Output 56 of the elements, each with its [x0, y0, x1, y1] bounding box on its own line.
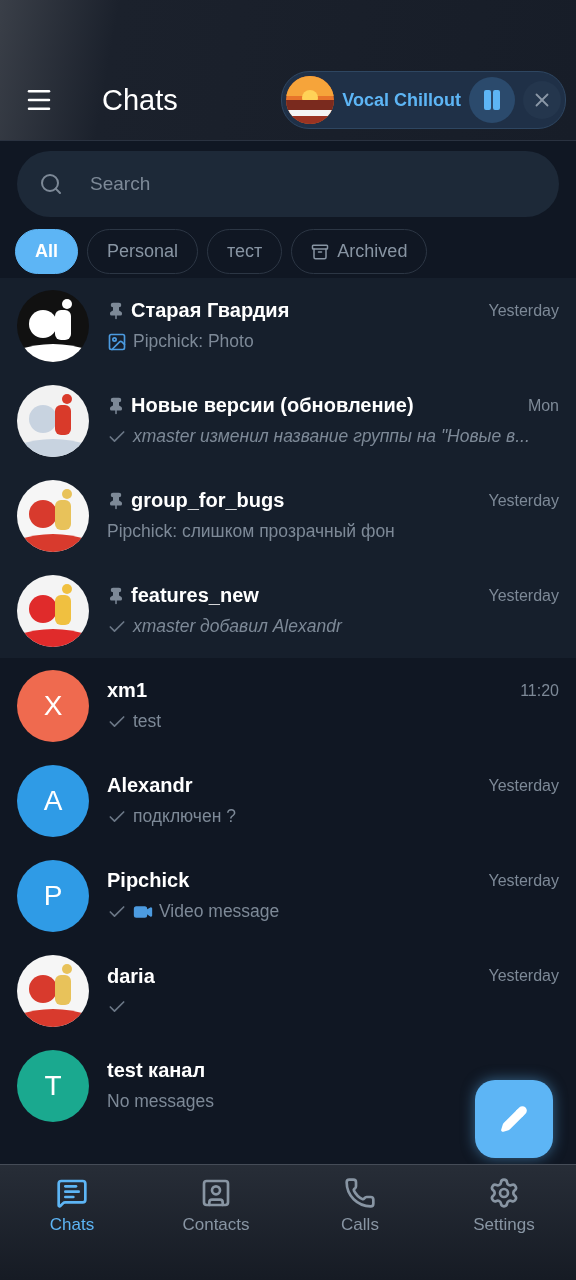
message-preview: No messages [107, 1091, 214, 1112]
message-preview: test [133, 711, 162, 732]
search-icon [39, 172, 63, 196]
chat-name: Новые версии (обновление) [131, 394, 415, 417]
chat-time: Yesterday [488, 967, 559, 985]
chat-row[interactable]: Новые версии (обновление) Mon xmaster изменил название группы на "Новые в... [0, 373, 576, 468]
message-preview: подключен ? [133, 806, 236, 827]
chat-time: Yesterday [488, 871, 559, 890]
pause-button[interactable] [469, 77, 515, 123]
chat-time: Yesterday [488, 776, 559, 795]
chat-name: test канал [107, 1059, 207, 1082]
avatar: A [17, 764, 89, 837]
chat-name: Старая Гвардия [131, 299, 291, 322]
message-preview: Video message [159, 901, 280, 922]
message-preview: xmaster добавил Alexandr [133, 616, 342, 637]
chat-name: group_for_bugs [131, 489, 286, 512]
chat-row[interactable]: A Alexandr Yesterday подключен ? [0, 753, 576, 848]
chat-time: Yesterday [488, 491, 559, 510]
contact-card-icon [200, 1177, 232, 1209]
archive-icon [311, 242, 330, 261]
chat-row[interactable]: T test канал No messages [0, 1038, 576, 1133]
avatar: T [17, 1049, 89, 1122]
chat-row[interactable]: group_for_bugs Yesterday Pipchick: слишком прозрачный фон [0, 468, 576, 563]
chat-time: Yesterday [488, 586, 559, 605]
message-preview: Pipchick: Photo [133, 331, 254, 352]
chat-name: daria [107, 964, 156, 988]
phone-icon [344, 1177, 376, 1209]
message-preview: Pipchick: слишком прозрачный фон [107, 521, 395, 542]
music-player[interactable]: Vocal Chillout [281, 71, 566, 129]
avatar: P [17, 859, 89, 932]
search-field[interactable]: Search [17, 151, 559, 217]
chat-name: xm1 [107, 679, 149, 702]
chat-time: Mon [527, 396, 559, 415]
chat-row[interactable]: Старая Гвардия Yesterday Pipchick: Photo [0, 278, 576, 373]
pencil-icon [500, 1105, 528, 1133]
avatar: X [17, 669, 89, 742]
chat-row[interactable]: daria Yesterday [0, 943, 576, 1038]
chat-name: Alexandr [107, 774, 194, 797]
track-title: Vocal Chillout [342, 89, 461, 111]
compose-button[interactable] [475, 1080, 553, 1158]
message-preview: xmaster изменил название группы на "Новые в... [133, 426, 530, 447]
chat-icon [56, 1177, 88, 1209]
chat-row[interactable]: P Pipchick Yesterday Video message [0, 848, 576, 943]
nav-tab[interactable]: Chats [0, 1165, 144, 1280]
nav-tab[interactable]: Calls [288, 1165, 432, 1280]
chat-name: features_new [131, 584, 260, 607]
chat-row[interactable]: X xm1 11:20 test [0, 658, 576, 753]
page-title: Chats [102, 83, 179, 117]
chat-name: Pipchick [107, 869, 191, 892]
settings-icon [488, 1177, 520, 1209]
nav-tab[interactable]: Contacts [144, 1165, 288, 1280]
chat-row[interactable]: features_new Yesterday xmaster добавил Alexandr [0, 563, 576, 658]
close-button[interactable] [523, 81, 561, 119]
nav-tab[interactable]: Settings [432, 1165, 576, 1280]
chat-time: Yesterday [488, 301, 559, 320]
chat-time: 11:20 [520, 681, 559, 700]
